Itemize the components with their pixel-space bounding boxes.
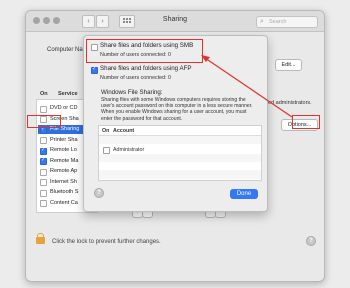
service-label: DVD or CD [50,105,78,111]
edit-button[interactable]: Edit... [275,59,302,71]
title-bar: ‹ › Sharing ⌕ Search [26,11,324,32]
help-icon[interactable]: ? [306,236,316,246]
accounts-header-on: On [102,127,110,134]
service-checkbox[interactable] [40,147,47,155]
accounts-table-header: On Account [99,126,261,136]
service-label: Bluetooth S [50,189,79,195]
service-label: Printer Sha [50,136,78,143]
search-icon: ⌕ [260,18,264,25]
service-checkbox[interactable] [40,168,47,176]
sheet-help-icon[interactable]: ? [94,188,104,198]
afp-users-connected: Number of users connected: 0 [100,75,171,81]
accounts-table: On Account Administrator [98,125,262,181]
search-placeholder: Search [269,19,287,25]
computer-name-label: Computer Na [47,47,83,53]
service-checkbox[interactable] [40,179,47,186]
services-header-on: On [40,91,48,97]
account-row-administrator[interactable]: Administrator [113,147,144,153]
service-label: Content Ca [50,199,78,206]
afp-checkbox[interactable] [91,66,98,74]
service-label: Remote Lo [50,147,77,153]
service-label: Internet Sh [50,178,77,185]
service-label: Remote Ma [50,157,79,164]
admin-text: ed administrators. [268,100,312,106]
done-button[interactable]: Done [230,189,258,199]
windows-sharing-title: Windows File Sharing: [101,89,163,96]
windows-sharing-description: Sharing files with some Windows computer… [101,97,253,122]
search-field[interactable]: ⌕ Search [256,16,318,28]
lock-text: Click the lock to prevent further change… [52,239,161,245]
service-checkbox[interactable] [40,137,47,144]
smb-highlight-box [86,39,203,63]
service-label: Remote Ap [50,168,78,174]
administrator-checkbox[interactable] [103,147,110,154]
file-sharing-highlight-box [27,115,61,128]
accounts-header-account: Account [113,127,135,134]
services-header-service: Service [58,91,78,97]
service-checkbox[interactable] [40,157,47,165]
options-highlight-box [292,115,320,129]
service-checkbox[interactable] [40,200,47,207]
afp-label: Share files and folders using AFP [100,65,192,72]
service-checkbox[interactable] [40,189,47,197]
lock-icon[interactable] [36,233,45,244]
service-checkbox[interactable] [40,105,47,113]
